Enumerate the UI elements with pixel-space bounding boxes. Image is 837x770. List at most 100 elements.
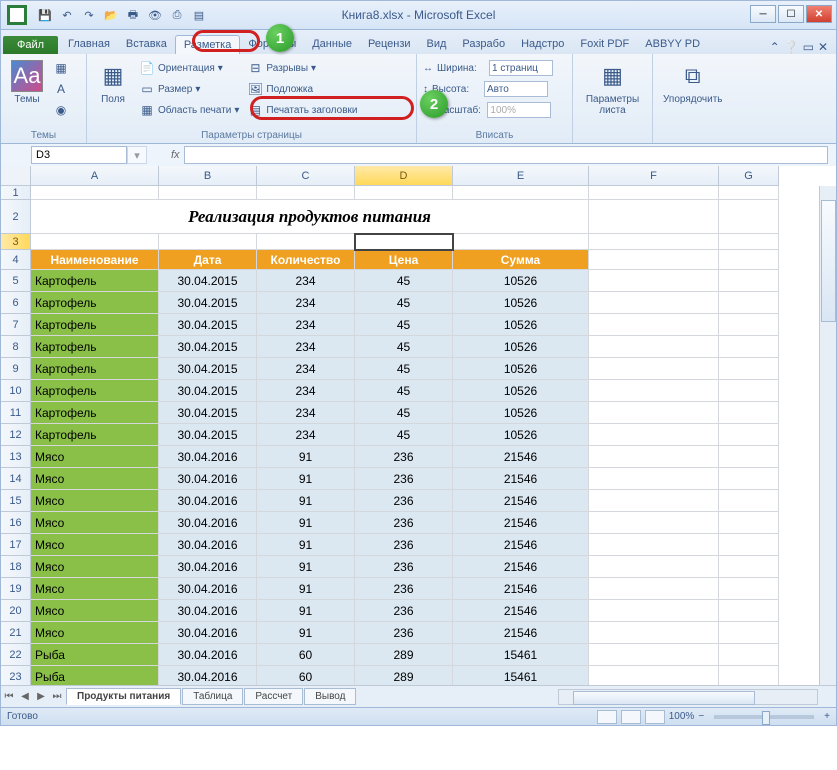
column-header-A[interactable]: A [31,166,159,186]
sheet-nav-first[interactable]: ⏮ [1,691,17,702]
cell-A3[interactable] [31,234,159,250]
column-header-F[interactable]: F [589,166,719,186]
cell-F8[interactable] [589,336,719,358]
cell-A22[interactable]: Рыба [31,644,159,666]
cell-A14[interactable]: Мясо [31,468,159,490]
cell-E6[interactable]: 10526 [453,292,589,314]
cell-G1[interactable] [719,186,779,200]
cell-D20[interactable]: 236 [355,600,453,622]
cell-C3[interactable] [257,234,355,250]
cell-E17[interactable]: 21546 [453,534,589,556]
cell-A13[interactable]: Мясо [31,446,159,468]
sheet-tab-1[interactable]: Таблица [182,688,243,705]
qat-button-0[interactable]: 💾 [35,5,55,25]
cell-E12[interactable]: 10526 [453,424,589,446]
cell-D12[interactable]: 45 [355,424,453,446]
cell-F11[interactable] [589,402,719,424]
cell-E14[interactable]: 21546 [453,468,589,490]
row-header-8[interactable]: 8 [1,336,31,358]
tab-Рецензи[interactable]: Рецензи [360,35,419,54]
cell-D21[interactable]: 236 [355,622,453,644]
cell-E5[interactable]: 10526 [453,270,589,292]
cell-F19[interactable] [589,578,719,600]
row-header-7[interactable]: 7 [1,314,31,336]
row-header-19[interactable]: 19 [1,578,31,600]
row-header-20[interactable]: 20 [1,600,31,622]
cell-D7[interactable]: 45 [355,314,453,336]
row-header-6[interactable]: 6 [1,292,31,314]
cell-A8[interactable]: Картофель [31,336,159,358]
cell-E15[interactable]: 21546 [453,490,589,512]
cell-E11[interactable]: 10526 [453,402,589,424]
margins-button[interactable]: ▦ Поля [93,58,133,141]
themes-button[interactable]: Aa Темы [7,58,47,141]
cell-C12[interactable]: 234 [257,424,355,446]
view-normal-button[interactable] [597,710,617,724]
sheet-nav-last[interactable]: ⏭ [49,691,65,702]
cell-D13[interactable]: 236 [355,446,453,468]
cell-F7[interactable] [589,314,719,336]
cell-B20[interactable]: 30.04.2016 [159,600,257,622]
cell-D11[interactable]: 45 [355,402,453,424]
cell-C11[interactable]: 234 [257,402,355,424]
row-header-10[interactable]: 10 [1,380,31,402]
tab-Вставка[interactable]: Вставка [118,35,175,54]
qat-button-5[interactable]: 👁 [145,5,165,25]
cell-E3[interactable] [453,234,589,250]
cell-F10[interactable] [589,380,719,402]
cell-E16[interactable]: 21546 [453,512,589,534]
cell-D16[interactable]: 236 [355,512,453,534]
row-header-15[interactable]: 15 [1,490,31,512]
cell-D6[interactable]: 45 [355,292,453,314]
cell-A20[interactable]: Мясо [31,600,159,622]
cell-B13[interactable]: 30.04.2016 [159,446,257,468]
cell-A19[interactable]: Мясо [31,578,159,600]
qat-button-4[interactable]: 🖶 [123,5,143,25]
cell-G22[interactable] [719,644,779,666]
maximize-button[interactable]: ☐ [778,5,804,23]
cell-F13[interactable] [589,446,719,468]
cell-C10[interactable]: 234 [257,380,355,402]
row-header-2[interactable]: 2 [1,200,31,234]
tab-Разрабо[interactable]: Разрабо [454,35,513,54]
row-header-17[interactable]: 17 [1,534,31,556]
cell-F15[interactable] [589,490,719,512]
cell-E9[interactable]: 10526 [453,358,589,380]
cell-E18[interactable]: 21546 [453,556,589,578]
cell-D9[interactable]: 45 [355,358,453,380]
column-header-D[interactable]: D [355,166,453,186]
cell-C19[interactable]: 91 [257,578,355,600]
cell-E22[interactable]: 15461 [453,644,589,666]
row-header-3[interactable]: 3 [1,234,31,250]
name-box[interactable]: D3 [31,146,127,164]
cell-F5[interactable] [589,270,719,292]
cell-G9[interactable] [719,358,779,380]
file-tab[interactable]: Файл [3,36,58,54]
background-button[interactable]: 🖼Подложка [245,79,359,99]
cell-G7[interactable] [719,314,779,336]
cell-C17[interactable]: 91 [257,534,355,556]
sheet-nav-next[interactable]: ▶ [33,691,49,702]
cell-G14[interactable] [719,468,779,490]
print-area-button[interactable]: ▦Область печати ▾ [137,100,241,120]
cell-E1[interactable] [453,186,589,200]
row-header-5[interactable]: 5 [1,270,31,292]
cell-A7[interactable]: Картофель [31,314,159,336]
cell-A18[interactable]: Мясо [31,556,159,578]
cell-B3[interactable] [159,234,257,250]
cell-G11[interactable] [719,402,779,424]
column-header-E[interactable]: E [453,166,589,186]
close-button[interactable]: ✕ [806,5,832,23]
cells-area[interactable]: Реализация продуктов питанияНаименование… [31,186,779,688]
cell-B10[interactable]: 30.04.2015 [159,380,257,402]
cell-D3[interactable] [355,234,453,250]
cell-F2[interactable] [589,200,719,234]
cell-A11[interactable]: Картофель [31,402,159,424]
tab-Разметка[interactable]: Разметка [175,35,241,54]
row-header-14[interactable]: 14 [1,468,31,490]
cell-B5[interactable]: 30.04.2015 [159,270,257,292]
sheet-tab-3[interactable]: Вывод [304,688,356,705]
cell-C20[interactable]: 91 [257,600,355,622]
header-cell-1[interactable]: Дата [159,250,257,270]
cell-G19[interactable] [719,578,779,600]
